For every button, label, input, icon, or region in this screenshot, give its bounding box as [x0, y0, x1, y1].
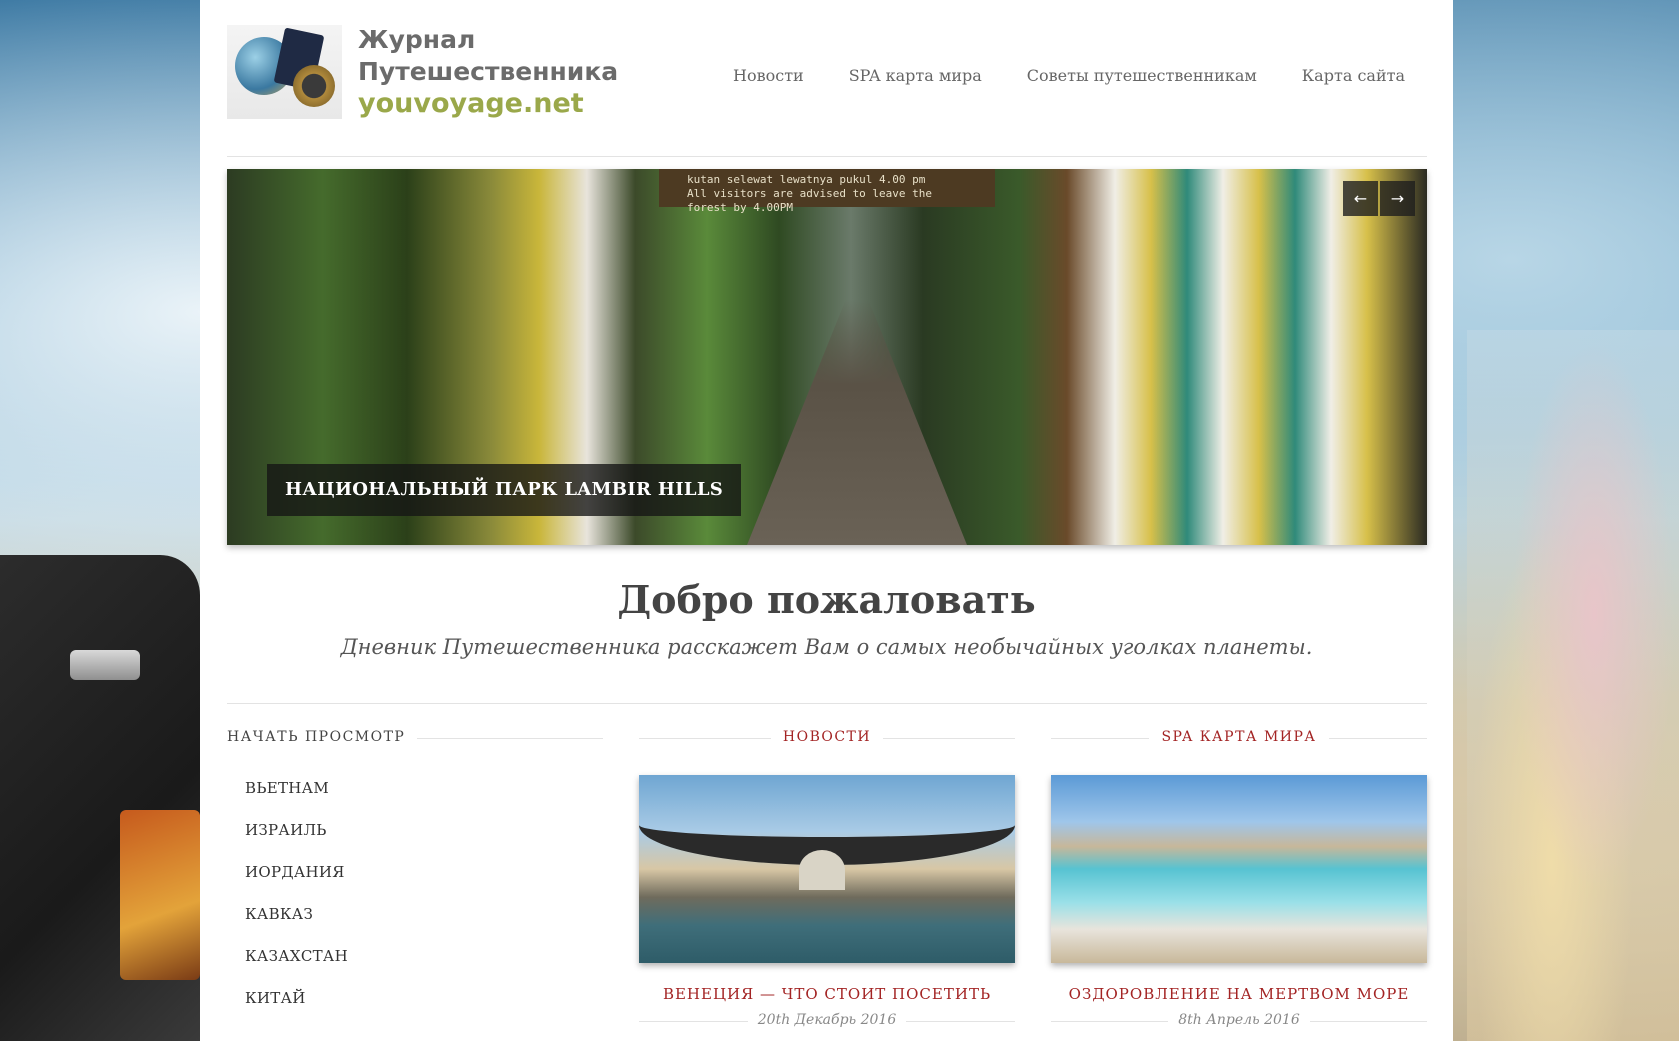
spa-column: SPA КАРТА МИРА ОЗДОРОВЛЕНИЕ НА МЕРТВОМ М… — [1051, 726, 1427, 1033]
bridge-graphic — [747, 299, 967, 545]
news-post-date: 20th Декабрь 2016 — [639, 1009, 1015, 1033]
suitcase-latch — [70, 650, 140, 680]
list-item: КИТАЙ — [245, 988, 603, 1030]
category-link[interactable]: КИТАЙ — [245, 989, 306, 1007]
list-item: ВЬЕТНАМ — [245, 778, 603, 820]
background-suitcase — [0, 555, 200, 1041]
main-nav: Новости SPA карта мира Советы путешестве… — [733, 66, 1405, 85]
cairo-sticker — [120, 810, 200, 980]
news-heading-text[interactable]: НОВОСТИ — [770, 729, 884, 745]
browse-heading-text: НАЧАТЬ ПРОСМОТР — [227, 729, 418, 745]
spa-heading-text[interactable]: SPA КАРТА МИРА — [1149, 729, 1329, 745]
logo-text: Журнал Путешественника youvoyage.net — [358, 24, 618, 120]
news-heading: НОВОСТИ — [639, 726, 1015, 750]
browse-column: НАЧАТЬ ПРОСМОТР ВЬЕТНАМ ИЗРАИЛЬ ИОРДАНИЯ… — [227, 726, 603, 1030]
church-dome — [799, 850, 845, 890]
news-column: НОВОСТИ ВЕНЕЦИЯ — ЧТО СТОИТ ПОСЕТИТЬ 20t… — [639, 726, 1015, 1033]
logo-line-1: Журнал — [358, 25, 476, 54]
category-link[interactable]: ИОРДАНИЯ — [245, 863, 345, 881]
browse-heading: НАЧАТЬ ПРОСМОТР — [227, 726, 603, 750]
nav-news[interactable]: Новости — [733, 66, 804, 85]
list-item: ИОРДАНИЯ — [245, 862, 603, 904]
spa-post-title[interactable]: ОЗДОРОВЛЕНИЕ НА МЕРТВОМ МОРЕ — [1051, 985, 1427, 1003]
category-link[interactable]: КАЗАХСТАН — [245, 947, 348, 965]
sign-line-1: kutan selewat lewatnya pukul 4.00 pm — [687, 173, 926, 186]
category-link[interactable]: ИЗРАИЛЬ — [245, 821, 327, 839]
spa-heading: SPA КАРТА МИРА — [1051, 726, 1427, 750]
hero-slider[interactable]: kutan selewat lewatnya pukul 4.00 pm All… — [227, 169, 1427, 545]
nav-sitemap[interactable]: Карта сайта — [1302, 66, 1405, 85]
logo-image — [227, 25, 342, 119]
category-list: ВЬЕТНАМ ИЗРАИЛЬ ИОРДАНИЯ КАВКАЗ КАЗАХСТА… — [227, 778, 603, 1030]
list-item: КАЗАХСТАН — [245, 946, 603, 988]
next-arrow-icon[interactable]: → — [1380, 181, 1415, 216]
logo-domain: youvoyage.net — [358, 88, 584, 119]
list-item: КАВКАЗ — [245, 904, 603, 946]
site-logo[interactable]: Журнал Путешественника youvoyage.net — [227, 24, 647, 120]
welcome-title: Добро пожаловать — [617, 577, 1036, 622]
dead-sea-thumbnail[interactable] — [1051, 775, 1427, 963]
slide-caption[interactable]: НАЦИОНАЛЬНЫЙ ПАРК LAMBIR HILLS — [267, 464, 742, 516]
section-divider — [227, 703, 1427, 704]
prev-arrow-icon[interactable]: ← — [1343, 181, 1378, 216]
slider-arrows: ← → — [1343, 181, 1415, 216]
venice-thumbnail[interactable] — [639, 775, 1015, 963]
background-map — [1467, 330, 1679, 1041]
welcome-subtitle: Дневник Путешественника расскажет Вам о … — [340, 635, 1313, 659]
list-item: ИЗРАИЛЬ — [245, 820, 603, 862]
site-header: Журнал Путешественника youvoyage.net Нов… — [227, 0, 1427, 157]
page-container: Журнал Путешественника youvoyage.net Нов… — [200, 0, 1453, 1041]
spa-date-text: 8th Апрель 2016 — [1168, 1012, 1310, 1028]
sign-line-2: All visitors are advised to leave the — [687, 187, 933, 200]
compass-icon — [293, 65, 335, 107]
category-link[interactable]: КАВКАЗ — [245, 905, 313, 923]
logo-line-2: Путешественника — [358, 57, 619, 86]
nav-spa-map[interactable]: SPA карта мира — [849, 66, 982, 85]
category-link[interactable]: ВЬЕТНАМ — [245, 779, 329, 797]
news-date-text: 20th Декабрь 2016 — [747, 1012, 907, 1028]
nav-travel-tips[interactable]: Советы путешественникам — [1027, 66, 1257, 85]
sign-line-3: forest by 4.00PM — [687, 201, 793, 214]
news-post-title[interactable]: ВЕНЕЦИЯ — ЧТО СТОИТ ПОСЕТИТЬ — [639, 985, 1015, 1003]
spa-post-date: 8th Апрель 2016 — [1051, 1009, 1427, 1033]
park-sign: kutan selewat lewatnya pukul 4.00 pm All… — [659, 169, 995, 214]
